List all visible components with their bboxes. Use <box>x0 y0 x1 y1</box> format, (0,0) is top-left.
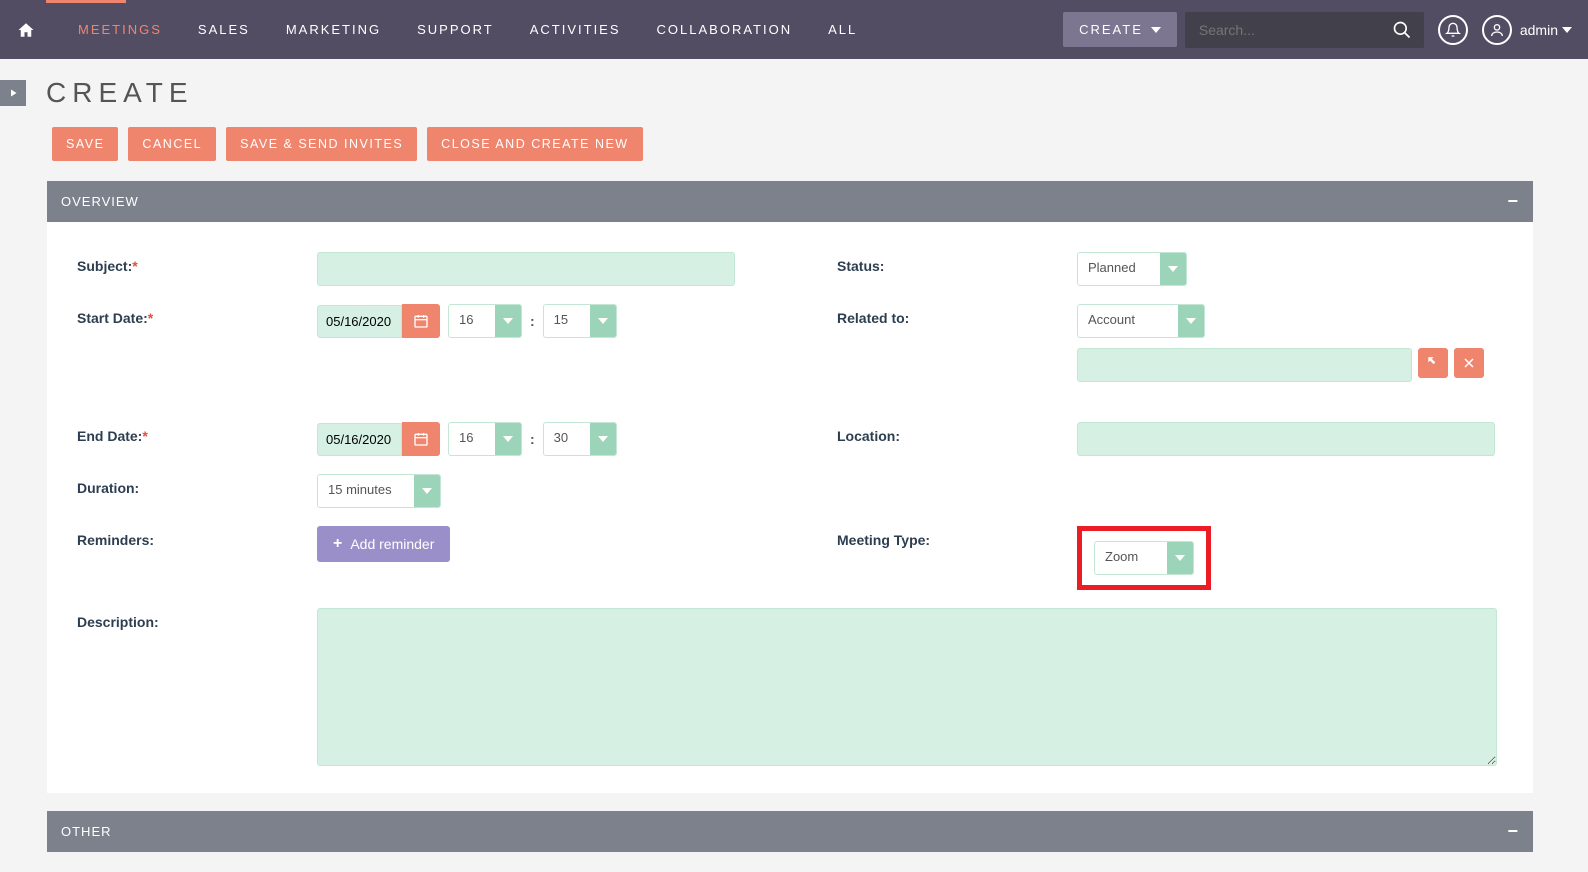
location-label: Location: <box>837 400 1077 444</box>
chevron-down-icon <box>590 423 616 455</box>
save-button[interactable]: SAVE <box>52 127 118 161</box>
create-button-label: CREATE <box>1079 22 1143 37</box>
cancel-button[interactable]: CANCEL <box>128 127 216 161</box>
nav-meetings[interactable]: MEETINGS <box>60 22 180 37</box>
start-hour-select[interactable]: 16 <box>448 304 522 338</box>
home-icon[interactable] <box>16 21 36 39</box>
collapse-icon[interactable]: − <box>1507 821 1519 842</box>
start-date-calendar-button[interactable] <box>402 304 440 338</box>
search-input[interactable] <box>1185 12 1380 48</box>
end-date-label: End Date:* <box>77 400 317 444</box>
subject-input[interactable] <box>317 252 735 286</box>
end-hour-select[interactable]: 16 <box>448 422 522 456</box>
top-navbar: MEETINGS SALES MARKETING SUPPORT ACTIVIT… <box>0 0 1588 59</box>
duration-select[interactable]: 15 minutes <box>317 474 441 508</box>
chevron-down-icon <box>414 475 440 507</box>
meeting-type-highlight: Zoom <box>1077 526 1211 590</box>
other-panel-header: OTHER − <box>47 811 1533 852</box>
meeting-type-label: Meeting Type: <box>837 526 1077 548</box>
related-to-select[interactable]: Account <box>1077 304 1205 338</box>
start-hour-value: 16 <box>449 305 495 337</box>
description-textarea[interactable] <box>317 608 1497 766</box>
other-panel-title: OTHER <box>61 824 112 839</box>
active-tab-accent <box>46 0 126 3</box>
description-label: Description: <box>77 608 317 630</box>
meeting-type-select[interactable]: Zoom <box>1094 541 1194 575</box>
meeting-type-value: Zoom <box>1095 542 1167 574</box>
collapse-icon[interactable]: − <box>1507 191 1519 212</box>
overview-panel-body: Subject:* Status: Planned Start Date:* <box>47 222 1533 793</box>
chevron-down-icon <box>1160 253 1186 285</box>
related-to-value: Account <box>1078 305 1178 337</box>
add-reminder-label: Add reminder <box>350 536 434 552</box>
status-value: Planned <box>1078 253 1160 285</box>
time-separator: : <box>530 313 535 329</box>
status-label: Status: <box>837 252 1077 274</box>
close-create-new-button[interactable]: CLOSE AND CREATE NEW <box>427 127 642 161</box>
start-minute-select[interactable]: 15 <box>543 304 617 338</box>
chevron-down-icon <box>495 423 521 455</box>
nav-sales[interactable]: SALES <box>180 22 268 37</box>
user-icon[interactable] <box>1482 15 1512 45</box>
overview-panel-title: OVERVIEW <box>61 194 139 209</box>
chevron-down-icon <box>495 305 521 337</box>
nav-collaboration[interactable]: COLLABORATION <box>639 22 811 37</box>
end-hour-value: 16 <box>449 423 495 455</box>
overview-panel: OVERVIEW − Subject:* Status: Planned Sta… <box>47 181 1533 793</box>
save-send-invites-button[interactable]: SAVE & SEND INVITES <box>226 127 417 161</box>
end-date-input[interactable] <box>317 423 402 456</box>
user-menu[interactable]: admin <box>1520 22 1572 38</box>
sidebar-toggle-button[interactable] <box>0 80 26 106</box>
search-button[interactable] <box>1380 12 1424 48</box>
nav-activities[interactable]: ACTIVITIES <box>512 22 639 37</box>
page-title-row: CREATE <box>0 59 1533 127</box>
location-input[interactable] <box>1077 422 1495 456</box>
status-select[interactable]: Planned <box>1077 252 1187 286</box>
nav-marketing[interactable]: MARKETING <box>268 22 399 37</box>
action-button-row: SAVE CANCEL SAVE & SEND INVITES CLOSE AN… <box>0 127 1533 161</box>
other-panel: OTHER − <box>47 811 1533 852</box>
end-date-calendar-button[interactable] <box>402 422 440 456</box>
page-title: CREATE <box>46 77 194 109</box>
start-date-input[interactable] <box>317 305 402 338</box>
create-dropdown-button[interactable]: CREATE <box>1063 12 1177 47</box>
user-name: admin <box>1520 22 1558 38</box>
related-to-pick-button[interactable] <box>1418 348 1448 378</box>
add-reminder-button[interactable]: + Add reminder <box>317 526 450 562</box>
overview-panel-header: OVERVIEW − <box>47 181 1533 222</box>
chevron-down-icon <box>1178 305 1204 337</box>
related-to-clear-button[interactable] <box>1454 348 1484 378</box>
nav-support[interactable]: SUPPORT <box>399 22 512 37</box>
end-minute-select[interactable]: 30 <box>543 422 617 456</box>
reminders-label: Reminders: <box>77 526 317 548</box>
start-minute-value: 15 <box>544 305 590 337</box>
plus-icon: + <box>333 535 342 553</box>
duration-value: 15 minutes <box>318 475 414 507</box>
notifications-icon[interactable] <box>1438 15 1468 45</box>
end-minute-value: 30 <box>544 423 590 455</box>
chevron-down-icon <box>1151 27 1161 33</box>
chevron-down-icon <box>590 305 616 337</box>
time-separator: : <box>530 431 535 447</box>
start-date-label: Start Date:* <box>77 304 317 326</box>
chevron-down-icon <box>1167 542 1193 574</box>
chevron-down-icon <box>1562 27 1572 33</box>
duration-label: Duration: <box>77 474 317 496</box>
nav-all[interactable]: ALL <box>810 22 875 37</box>
subject-label: Subject:* <box>77 252 317 274</box>
related-to-input[interactable] <box>1077 348 1412 382</box>
related-to-label: Related to: <box>837 304 1077 326</box>
